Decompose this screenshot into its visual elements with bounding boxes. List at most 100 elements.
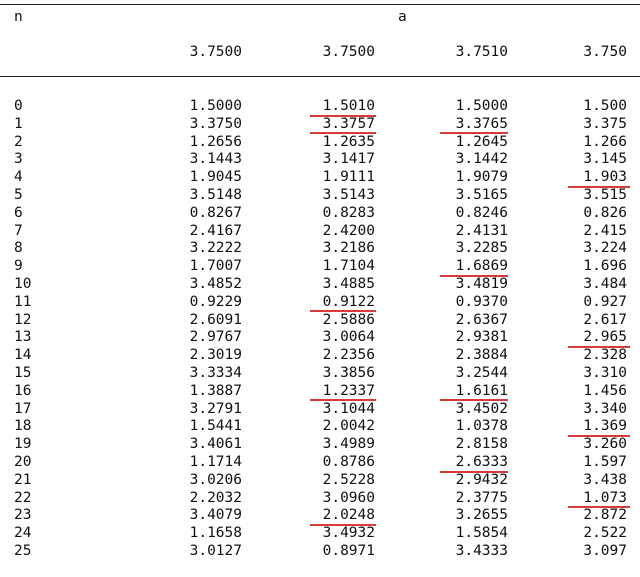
data-table-page: n a 3.7500 3.7500 3.7510 3.750 0 1.5000 1.…: [0, 0, 640, 577]
table-cell-col-4: 3.515: [583, 187, 627, 203]
table-cell-col-1: 3.5148: [189, 187, 242, 203]
table-cell-col-3: 2.9432: [455, 471, 508, 488]
row-n-value: 21: [14, 471, 32, 488]
table-cell-col-2: 1.2635: [322, 133, 375, 150]
table-cell-col-3: 0.8246: [455, 204, 508, 221]
table-cell-col-1: 2.4167: [189, 222, 242, 239]
top-rule: [0, 4, 640, 5]
row-n-value: 23: [14, 507, 32, 524]
table-cell-col-1: 3.2222: [189, 240, 242, 257]
table-cell-col-3: 1.5000: [455, 98, 508, 114]
row-n-value: 5: [14, 187, 23, 203]
table-cell-col-2: 1.5010: [322, 98, 375, 114]
table-cell-col-1: 3.4079: [189, 507, 242, 524]
table-cell-col-2: 0.9122: [322, 293, 375, 310]
table-cell-col-1: 1.1658: [189, 525, 242, 542]
row-n-value: 14: [14, 347, 32, 364]
row-n-value: 22: [14, 489, 32, 506]
table-cell-col-4: 1.266: [583, 133, 627, 150]
row-n-value: 0: [14, 98, 23, 114]
table-cell-col-1: 3.4852: [189, 276, 242, 292]
table-cell-col-3: 2.6367: [455, 311, 508, 328]
table-cell-col-2: 3.3856: [322, 365, 375, 381]
table-cell-col-3: 1.9079: [455, 169, 508, 186]
a-value-header-1: 3.7500: [189, 44, 242, 60]
table-cell-col-2: 2.5228: [322, 471, 375, 488]
table-cell-col-3: 1.5854: [455, 525, 508, 542]
row-n-value: 8: [14, 240, 23, 257]
table-cell-col-3: 2.8158: [455, 436, 508, 453]
row-n-value: 6: [14, 204, 23, 221]
table-cell-col-1: 3.0206: [189, 471, 242, 488]
table-cell-col-3: 2.4131: [455, 222, 508, 239]
table-cell-col-1: 3.3750: [189, 115, 242, 132]
row-n-value: 12: [14, 311, 32, 328]
row-n-value: 9: [14, 258, 23, 275]
row-n-value: 11: [14, 293, 32, 310]
header-rule: [0, 76, 640, 77]
row-n-value: 19: [14, 436, 32, 453]
table-cell-col-1: 1.2656: [189, 133, 242, 150]
row-n-value: 25: [14, 543, 32, 559]
table-cell-col-4: 2.617: [583, 311, 627, 328]
table-cell-col-4: 1.456: [583, 382, 627, 399]
row-n-value: 24: [14, 525, 32, 542]
table-cell-col-2: 3.3757: [322, 115, 375, 132]
row-n-value: 4: [14, 169, 23, 186]
a-value-header-2: 3.7500: [322, 44, 375, 60]
table-cell-col-3: 1.6161: [455, 382, 508, 399]
table-cell-col-4: 0.826: [583, 204, 627, 221]
row-n-value: 1: [14, 115, 23, 132]
table-cell-col-4: 2.872: [583, 507, 627, 524]
table-cell-col-2: 3.1417: [322, 151, 375, 168]
table-cell-col-3: 3.2544: [455, 365, 508, 381]
table-cell-col-4: 1.369: [583, 418, 627, 435]
table-cell-col-2: 0.8283: [322, 204, 375, 221]
table-cell-col-2: 1.9111: [322, 169, 375, 186]
a-column-group-header: a: [398, 9, 407, 25]
table-cell-col-1: 1.7007: [189, 258, 242, 275]
row-n-value: 17: [14, 400, 32, 417]
table-cell-col-2: 2.0248: [322, 507, 375, 524]
row-n-value: 7: [14, 222, 23, 239]
table-cell-col-2: 3.4932: [322, 525, 375, 542]
table-cell-col-2: 1.2337: [322, 382, 375, 399]
table-cell-col-3: 3.4819: [455, 276, 508, 292]
table-cell-col-4: 3.375: [583, 115, 627, 132]
table-cell-col-2: 3.4989: [322, 436, 375, 453]
table-cell-col-4: 1.073: [583, 489, 627, 506]
table-cell-col-2: 3.1044: [322, 400, 375, 417]
table-cell-col-1: 3.0127: [189, 543, 242, 559]
table-cell-col-1: 1.1714: [189, 454, 242, 470]
table-cell-col-4: 1.696: [583, 258, 627, 275]
table-cell-col-4: 0.927: [583, 293, 627, 310]
table-cell-col-2: 3.0960: [322, 489, 375, 506]
table-cell-col-1: 3.1443: [189, 151, 242, 168]
row-n-value: 16: [14, 382, 32, 399]
table-cell-col-3: 1.6869: [455, 258, 508, 275]
table-cell-col-4: 2.522: [583, 525, 627, 542]
table-cell-col-1: 1.5000: [189, 98, 242, 114]
table-cell-col-1: 3.3334: [189, 365, 242, 381]
table-cell-col-1: 2.9767: [189, 329, 242, 346]
table-cell-col-3: 2.3884: [455, 347, 508, 364]
table-cell-col-2: 0.8971: [322, 543, 375, 559]
table-cell-col-3: 3.4333: [455, 543, 508, 559]
table-cell-col-1: 1.9045: [189, 169, 242, 186]
table-cell-col-1: 2.2032: [189, 489, 242, 506]
table-cell-col-2: 3.2186: [322, 240, 375, 257]
table-cell-col-4: 3.145: [583, 151, 627, 168]
table-cell-col-3: 3.4502: [455, 400, 508, 417]
a-value-header-3: 3.7510: [455, 44, 508, 60]
table-cell-col-3: 3.1442: [455, 151, 508, 168]
table-cell-col-1: 0.8267: [189, 204, 242, 221]
table-cell-col-3: 3.3765: [455, 115, 508, 132]
table-cell-col-2: 2.4200: [322, 222, 375, 239]
table-cell-col-1: 0.9229: [189, 293, 242, 310]
table-cell-col-4: 1.903: [583, 169, 627, 186]
table-cell-col-1: 2.6091: [189, 311, 242, 328]
table-cell-col-3: 2.9381: [455, 329, 508, 346]
table-cell-col-1: 1.5441: [189, 418, 242, 435]
row-n-value: 2: [14, 133, 23, 150]
row-n-value: 10: [14, 276, 32, 292]
